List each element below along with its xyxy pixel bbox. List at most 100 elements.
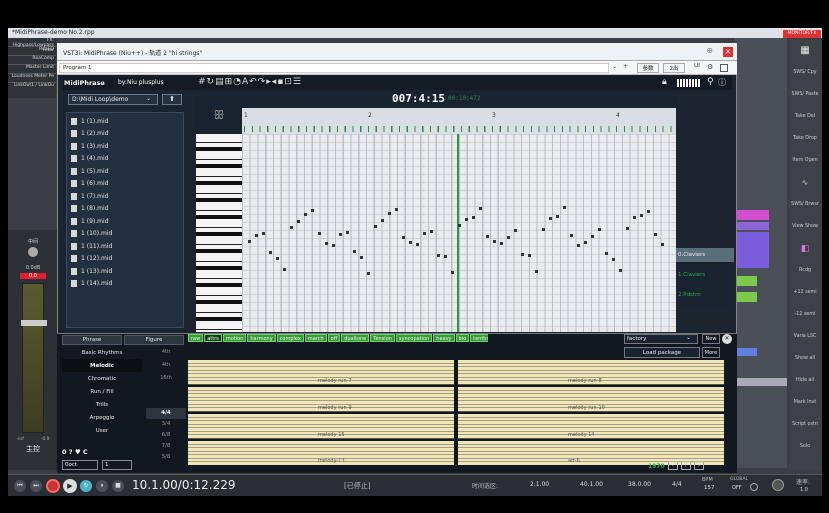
midi-note[interactable] bbox=[458, 224, 461, 227]
midi-note[interactable] bbox=[255, 234, 258, 237]
rate-value[interactable]: 1.0 bbox=[800, 487, 808, 493]
midi-note[interactable] bbox=[381, 219, 384, 222]
tag[interactable]: Tension bbox=[370, 334, 395, 342]
midi-note[interactable] bbox=[493, 240, 496, 243]
param-button[interactable]: 参数 bbox=[637, 63, 659, 73]
toolbar-button[interactable]: Item Open bbox=[788, 150, 822, 172]
toolbar-button[interactable]: Mark Invt bbox=[788, 392, 822, 414]
category-item[interactable]: Basic Rhythms bbox=[62, 346, 142, 359]
midi-note[interactable] bbox=[486, 235, 489, 238]
track-item[interactable]: 0.Claviers bbox=[676, 248, 734, 262]
midi-note[interactable] bbox=[465, 218, 468, 221]
help-button[interactable]: ? bbox=[681, 461, 691, 470]
figure-value[interactable]: 4th bbox=[146, 359, 186, 372]
midi-note[interactable] bbox=[395, 208, 398, 211]
skip-start-button[interactable]: ⏮ bbox=[14, 480, 26, 492]
midi-note[interactable] bbox=[612, 258, 615, 261]
midi-note[interactable] bbox=[605, 252, 608, 255]
midi-note[interactable] bbox=[304, 213, 307, 216]
midi-note[interactable] bbox=[444, 255, 447, 258]
midi-note[interactable] bbox=[318, 232, 321, 235]
track-label[interactable]: LinkOut1 / LinkOu bbox=[8, 83, 56, 92]
meter-item[interactable]: 5/8 bbox=[146, 452, 186, 463]
midi-note[interactable] bbox=[556, 215, 559, 218]
category-item[interactable]: Trills bbox=[62, 398, 142, 411]
midi-note[interactable] bbox=[430, 230, 433, 233]
midi-note[interactable] bbox=[661, 243, 664, 246]
toolbar-button[interactable]: Solo bbox=[788, 436, 822, 458]
category-item-selected[interactable]: Melodic bbox=[62, 359, 142, 372]
track-label[interactable]: Master Limit bbox=[8, 65, 56, 74]
midi-note[interactable] bbox=[360, 256, 363, 259]
midi-note[interactable] bbox=[269, 251, 272, 254]
ui-button[interactable]: UI bbox=[691, 63, 703, 73]
grid-icon[interactable]: ▦ bbox=[788, 40, 822, 62]
file-item[interactable]: 1 (5).mid bbox=[67, 165, 183, 178]
midi-note[interactable] bbox=[353, 250, 356, 253]
time-signature[interactable]: 4/4 bbox=[672, 481, 682, 488]
bar-ruler[interactable]: ꕥ 1 2 3 4 bbox=[196, 108, 676, 134]
midi-note[interactable] bbox=[647, 210, 650, 213]
toolbar-button[interactable]: Script ostn bbox=[788, 414, 822, 436]
file-item[interactable]: 1 (1).mid bbox=[67, 115, 183, 128]
midi-note[interactable] bbox=[283, 268, 286, 271]
prev-page-button[interactable]: ‹ bbox=[668, 461, 678, 470]
skip-end-button[interactable]: ⏭ bbox=[30, 480, 42, 492]
record-button[interactable] bbox=[46, 479, 60, 493]
midi-note[interactable] bbox=[514, 229, 517, 232]
pause-button[interactable]: ⏸ bbox=[96, 480, 108, 492]
settings-icon[interactable]: ⚙ bbox=[707, 63, 713, 71]
file-item[interactable]: 1 (10).mid bbox=[67, 228, 183, 241]
file-item[interactable]: 1 (9).mid bbox=[67, 215, 183, 228]
meter-item[interactable]: 6/8 bbox=[146, 430, 186, 441]
midi-note[interactable] bbox=[577, 244, 580, 247]
midi-note[interactable] bbox=[640, 214, 643, 217]
midi-note[interactable] bbox=[346, 231, 349, 234]
tag[interactable]: tenths bbox=[470, 334, 488, 342]
clip[interactable] bbox=[735, 222, 769, 230]
category-item[interactable]: User bbox=[62, 424, 142, 437]
midi-note[interactable] bbox=[598, 228, 601, 231]
bpm-value[interactable]: 157 bbox=[704, 485, 715, 491]
pink-icon[interactable]: ◧ bbox=[788, 238, 822, 260]
tag[interactable]: harmony bbox=[247, 334, 276, 342]
tag[interactable]: motion bbox=[222, 334, 247, 342]
category-item[interactable]: Arpeggio bbox=[62, 411, 142, 424]
track-label[interactable]: ReaEQ bbox=[8, 47, 56, 56]
close-icon[interactable]: ✕ bbox=[722, 334, 732, 344]
play-button[interactable]: ▶ bbox=[63, 479, 77, 493]
tag[interactable]: bio bbox=[455, 334, 470, 342]
midi-note[interactable] bbox=[472, 216, 475, 219]
midi-note[interactable] bbox=[654, 233, 657, 236]
file-item[interactable]: 1 (12).mid bbox=[67, 253, 183, 266]
midi-note[interactable] bbox=[437, 254, 440, 257]
tag[interactable]: syncopation bbox=[395, 334, 433, 342]
midi-note[interactable] bbox=[332, 244, 335, 247]
midi-note[interactable] bbox=[367, 272, 370, 275]
toolbar-button[interactable]: Hide all bbox=[788, 370, 822, 392]
tag[interactable]: dualtone bbox=[341, 334, 370, 342]
midi-note[interactable] bbox=[507, 236, 510, 239]
midi-note[interactable] bbox=[591, 235, 594, 238]
fader-handle[interactable] bbox=[21, 320, 47, 326]
midi-note[interactable] bbox=[276, 257, 279, 260]
master-fader-track[interactable] bbox=[21, 283, 47, 433]
octave-value-select[interactable]: 1 bbox=[102, 460, 132, 470]
track-item[interactable]: 2.Pdstrn bbox=[676, 288, 734, 302]
midi-note[interactable] bbox=[423, 232, 426, 235]
track-item[interactable]: 1.Claviers bbox=[676, 268, 734, 282]
midi-note[interactable] bbox=[563, 206, 566, 209]
more-button[interactable]: More bbox=[702, 347, 720, 358]
toolbar-button[interactable]: View Show bbox=[788, 216, 822, 238]
file-item[interactable]: 1 (3).mid bbox=[67, 140, 183, 153]
tag-selected[interactable]: attrs bbox=[204, 334, 222, 342]
next-page-button[interactable]: › bbox=[694, 461, 704, 470]
midi-note[interactable] bbox=[535, 270, 538, 273]
track-label[interactable]: FX: Highpass/Lowpass Filter bbox=[8, 38, 56, 53]
file-item[interactable]: 1 (6).mid bbox=[67, 178, 183, 191]
phrase-card[interactable]: melody-run-7 bbox=[188, 360, 454, 385]
midi-note[interactable] bbox=[402, 236, 405, 239]
phrase-card[interactable]: melody-13 bbox=[188, 441, 454, 465]
toolbar-button[interactable]: Show all bbox=[788, 348, 822, 370]
midi-note[interactable] bbox=[542, 228, 545, 231]
